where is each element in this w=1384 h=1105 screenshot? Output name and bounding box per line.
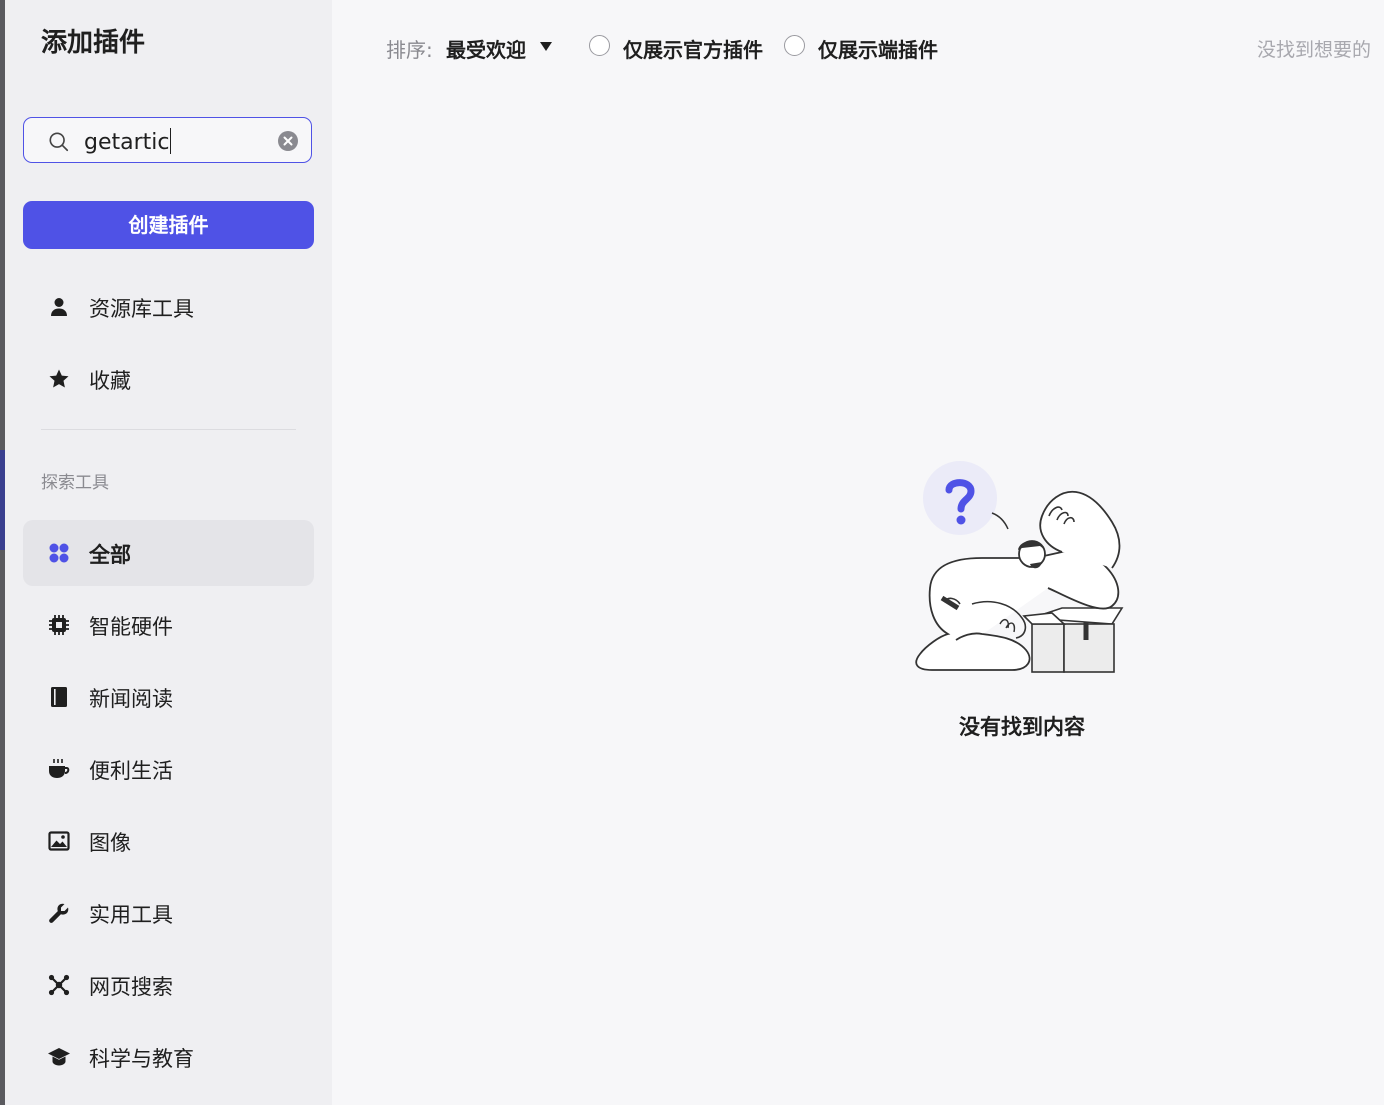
empty-state-illustration <box>915 461 1124 673</box>
official-only-radio[interactable] <box>589 35 610 56</box>
clear-search-icon[interactable] <box>278 131 298 151</box>
page-title: 添加插件 <box>41 28 146 58</box>
sidebar-item-label: 新闻阅读 <box>89 687 173 711</box>
sidebar-item-label: 收藏 <box>89 369 131 393</box>
search-value[interactable]: getartic <box>84 128 171 155</box>
network-icon <box>48 974 70 996</box>
chip-icon <box>49 615 69 635</box>
sidebar-item-label: 全部 <box>89 543 131 567</box>
sort-label: 排序: <box>386 38 433 62</box>
search-input[interactable]: getartic <box>23 117 312 163</box>
star-icon <box>49 369 69 388</box>
official-only-label[interactable]: 仅展示官方插件 <box>623 34 763 63</box>
book-icon <box>51 687 67 707</box>
sidebar-item-favorites[interactable]: 收藏 <box>23 346 314 412</box>
sidebar-item-label: 实用工具 <box>89 903 173 927</box>
sort-dropdown[interactable]: 最受欢迎 <box>446 34 526 63</box>
sidebar-item-label: 智能硬件 <box>89 615 173 639</box>
user-icon <box>51 298 67 316</box>
sidebar: 添加插件 getartic 创建插件 资源库工具 收藏 探索工具 全部 智能硬件… <box>5 0 332 1105</box>
main-panel: 排序: 最受欢迎 仅展示官方插件 仅展示端插件 没找到想要的 没有找到内容 <box>332 0 1384 1105</box>
device-only-label[interactable]: 仅展示端插件 <box>818 34 938 63</box>
sidebar-item-label: 资源库工具 <box>89 297 194 321</box>
empty-state-message: 没有找到内容 <box>959 715 1085 739</box>
sidebar-item-web-search[interactable]: 网页搜索 <box>23 952 314 1018</box>
create-plugin-button[interactable]: 创建插件 <box>23 201 314 249</box>
text-caret <box>169 128 171 154</box>
grid-icon <box>49 543 69 563</box>
sidebar-item-all[interactable]: 全部 <box>23 520 314 586</box>
image-icon <box>48 831 70 851</box>
wrench-icon <box>49 903 69 923</box>
not-found-link[interactable]: 没找到想要的 <box>1257 35 1371 62</box>
section-label: 探索工具 <box>41 473 109 493</box>
sidebar-item-utility-tools[interactable]: 实用工具 <box>23 880 314 946</box>
sidebar-item-label: 科学与教育 <box>89 1047 194 1071</box>
sidebar-item-convenient-life[interactable]: 便利生活 <box>23 736 314 802</box>
device-only-radio[interactable] <box>784 35 805 56</box>
sidebar-item-science-education[interactable]: 科学与教育 <box>23 1024 314 1090</box>
search-icon <box>49 132 69 152</box>
graduation-cap-icon <box>48 1048 70 1066</box>
sidebar-divider <box>41 429 296 430</box>
sidebar-item-label: 图像 <box>89 831 131 855</box>
cup-icon <box>49 759 70 778</box>
sidebar-item-label: 便利生活 <box>89 759 173 783</box>
sidebar-item-news-reading[interactable]: 新闻阅读 <box>23 664 314 730</box>
sidebar-item-library-tools[interactable]: 资源库工具 <box>23 274 314 340</box>
sidebar-item-image[interactable]: 图像 <box>23 808 314 874</box>
sidebar-item-smart-hardware[interactable]: 智能硬件 <box>23 592 314 658</box>
sidebar-item-label: 网页搜索 <box>89 975 173 999</box>
caret-down-icon[interactable] <box>540 42 552 51</box>
